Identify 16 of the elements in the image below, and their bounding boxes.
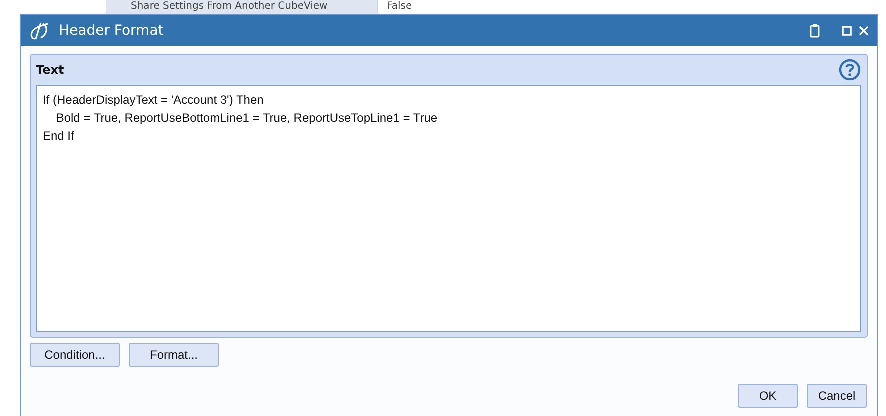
code-line: End If (43, 128, 76, 145)
dialog-button[interactable]: Cancel (807, 384, 867, 408)
setting-label: Share Settings From Another CubeView (106, 0, 377, 14)
code-editor[interactable]: If (HeaderDisplayText = 'Account 3') Then Bold = True, ReportUseBottomLine1 = True, ReportUseTopLine1 = True End If (36, 85, 861, 332)
maximize-icon[interactable] (842, 26, 852, 36)
clipboard-icon[interactable] (810, 24, 820, 38)
panel-title: Text (36, 63, 64, 77)
close-icon[interactable] (859, 26, 869, 36)
code-line: Bold = True, ReportUseBottomLine1 = True, ReportUseTopLine1 = True (55, 110, 439, 127)
window-title: Header Format (59, 22, 164, 38)
dialog-button[interactable]: OK (738, 384, 798, 408)
action-button[interactable]: Format... (129, 343, 219, 367)
action-button[interactable]: Condition... (30, 343, 120, 367)
help-icon[interactable] (839, 59, 861, 81)
logo-icon (29, 20, 51, 40)
code-line: If (HeaderDisplayText = 'Account 3') Then (43, 92, 265, 109)
